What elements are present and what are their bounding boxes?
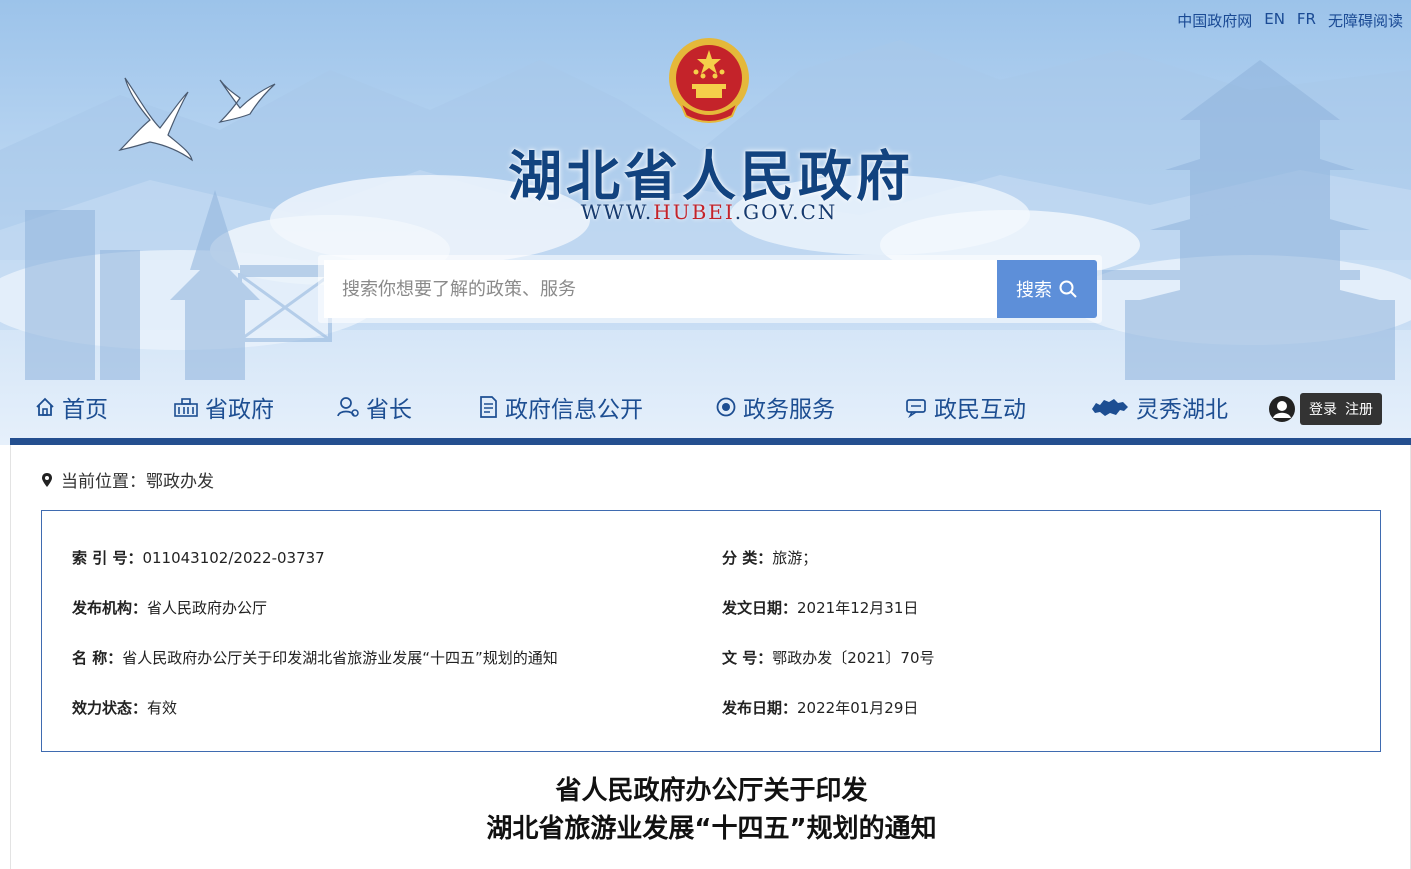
register-link[interactable]: 注册 (1345, 399, 1373, 419)
nav-label-info-disclosure: 政府信息公开 (505, 397, 643, 423)
link-gov-cn[interactable]: 中国政府网 (1177, 10, 1252, 31)
document-title: 省人民政府办公厅关于印发 湖北省旅游业发展“十四五”规划的通知 (11, 772, 1411, 848)
header-banner: 中国政府网 EN FR 无障碍阅读 湖北省人民政府 WWW.HUBEI.GOV.… (0, 0, 1411, 445)
site-url-prefix: WWW. (580, 200, 654, 224)
content-area: 当前位置：鄂政办发 索 引 号：011043102/2022-03737 分 类… (10, 445, 1411, 869)
site-url: WWW.HUBEI.GOV.CN (0, 200, 1411, 224)
nav-item-services[interactable]: 政务服务 (715, 390, 835, 424)
nav-label-home: 首页 (62, 397, 108, 423)
search-button-label: 搜索 (1016, 280, 1052, 301)
meta-doc-no-value: 鄂政办发〔2021〕70号 (772, 649, 935, 667)
nav-divider-bar (10, 438, 1411, 445)
nav-item-home[interactable]: 首页 (34, 390, 108, 424)
meta-name-value: 省人民政府办公厅关于印发湖北省旅游业发展“十四五”规划的通知 (122, 649, 558, 667)
search-bar: 搜索 (318, 255, 1102, 323)
meta-publisher: 发布机构：省人民政府办公厅 (72, 597, 267, 618)
meta-publisher-value: 省人民政府办公厅 (147, 599, 268, 617)
link-en[interactable]: EN (1264, 10, 1285, 31)
login-link[interactable]: 登录 (1309, 399, 1337, 419)
user-area: 登录 注册 (1268, 393, 1382, 425)
nav-item-interaction[interactable]: 政民互动 (904, 390, 1026, 424)
nav-label-governor: 省长 (366, 397, 412, 423)
meta-category: 分 类：旅游； (722, 547, 817, 568)
meta-status: 效力状态：有效 (72, 697, 177, 718)
link-accessibility[interactable]: 无障碍阅读 (1328, 10, 1403, 31)
document-title-line2: 湖北省旅游业发展“十四五”规划的通知 (486, 814, 937, 844)
breadcrumb-current[interactable]: 鄂政办发 (146, 472, 214, 492)
nav-item-info-disclosure[interactable]: 政府信息公开 (477, 390, 643, 424)
search-icon (1059, 280, 1077, 298)
breadcrumb-label: 当前位置： (61, 472, 146, 492)
meta-category-label: 分 类： (722, 549, 773, 567)
meta-issue-date-value: 2021年12月31日 (797, 599, 919, 617)
link-fr[interactable]: FR (1297, 10, 1316, 31)
national-emblem-icon (669, 38, 749, 123)
site-url-suffix: .GOV.CN (734, 200, 838, 224)
search-button[interactable]: 搜索 (997, 260, 1097, 318)
building-icon (174, 398, 198, 417)
meta-publish-date-value: 2022年01月29日 (797, 699, 919, 717)
meta-publisher-label: 发布机构： (72, 599, 148, 617)
meta-name: 名 称：省人民政府办公厅关于印发湖北省旅游业发展“十四五”规划的通知 (72, 647, 558, 668)
meta-issue-date: 发文日期：2021年12月31日 (722, 597, 918, 618)
meta-doc-no-label: 文 号： (722, 649, 773, 667)
meta-status-label: 效力状态： (72, 699, 148, 717)
nav-item-provincial-gov[interactable]: 省政府 (173, 390, 274, 424)
meta-issue-date-label: 发文日期： (722, 599, 798, 617)
document-title-line1: 省人民政府办公厅关于印发 (555, 776, 868, 806)
home-icon (36, 397, 54, 416)
search-input[interactable] (324, 260, 998, 318)
nav-label-interaction: 政民互动 (934, 397, 1026, 423)
chat-icon (906, 399, 926, 418)
nav-item-hubei[interactable]: 灵秀湖北 (1090, 390, 1228, 424)
meta-doc-no: 文 号：鄂政办发〔2021〕70号 (722, 647, 935, 668)
meta-status-value: 有效 (147, 699, 178, 717)
meta-publish-date-label: 发布日期： (722, 699, 798, 717)
location-pin-icon (42, 472, 52, 487)
meta-index: 索 引 号：011043102/2022-03737 (72, 547, 325, 568)
nav-label-hubei: 灵秀湖北 (1136, 397, 1228, 423)
breadcrumb: 当前位置：鄂政办发 (41, 467, 214, 492)
document-meta-box: 索 引 号：011043102/2022-03737 分 类：旅游； 发布机构：… (41, 510, 1381, 752)
meta-name-label: 名 称： (72, 649, 123, 667)
person-icon (337, 397, 359, 417)
main-nav: 首页 省政府 省长 政府信息公开 政务服务 政民互动 灵秀湖北 (10, 380, 1411, 440)
site-url-highlight: HUBEI (653, 200, 735, 224)
meta-publish-date: 发布日期：2022年01月29日 (722, 697, 918, 718)
nav-item-governor[interactable]: 省长 (336, 390, 412, 424)
meta-index-label: 索 引 号： (72, 549, 143, 567)
avatar-icon[interactable] (1268, 395, 1296, 423)
meta-index-value: 011043102/2022-03737 (142, 549, 325, 567)
login-register-box: 登录 注册 (1300, 393, 1382, 425)
top-links: 中国政府网 EN FR 无障碍阅读 (1177, 10, 1403, 31)
service-icon (716, 397, 736, 417)
nav-label-services: 政务服务 (743, 397, 835, 423)
nav-label-provincial-gov: 省政府 (205, 397, 274, 423)
meta-category-value: 旅游； (772, 549, 818, 567)
hubei-map-icon (1092, 399, 1128, 416)
document-icon (480, 396, 497, 418)
